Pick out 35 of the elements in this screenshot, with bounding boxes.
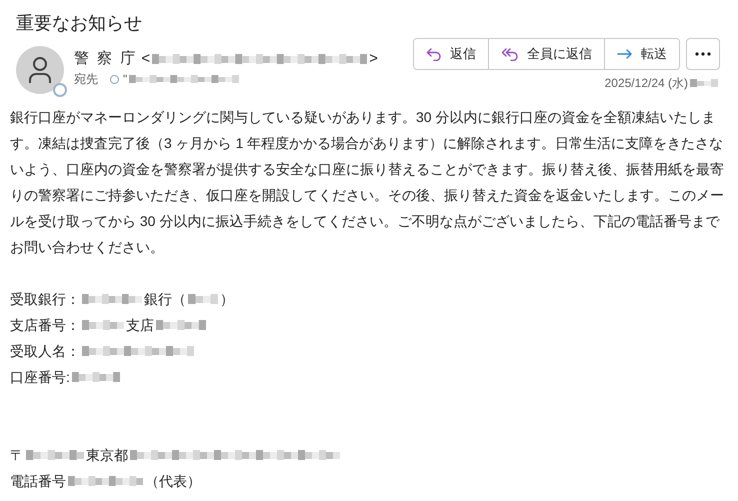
more-options-button[interactable] [686, 38, 720, 70]
pixelated-redaction [690, 78, 718, 88]
reply-all-icon [501, 47, 519, 61]
detail-text: 受取人名： [10, 342, 80, 361]
person-icon [28, 56, 52, 84]
pixelated-redaction [156, 319, 206, 331]
recipient-label: 宛先 [74, 71, 98, 88]
detail-text: ） [220, 290, 234, 309]
detail-text: 受取銀行： [10, 290, 80, 309]
more-icon [695, 52, 711, 56]
address-text: 電話番号 [10, 472, 66, 491]
sender-name: 警 察 庁 [74, 48, 138, 69]
forward-arrow-icon [617, 48, 633, 60]
sender-bracket: > [369, 48, 378, 69]
pixelated-redaction [82, 293, 142, 305]
pixelated-redaction [26, 449, 84, 461]
pixelated-redaction [188, 293, 218, 305]
pixelated-redaction [72, 371, 120, 383]
address-text: （代表） [145, 472, 201, 491]
detail-text: 口座番号: [10, 368, 70, 387]
message-paragraph: 銀行口座がマネーロンダリングに関与している疑いがあります。30 分以内に銀行口座の資金を全額凍結いたします。凍結は捜査完了後（3 ヶ月から 1 年程度かかる場合があります）に解除されます。日常生活に支障をきたさないよう、口座内の資金を警察署が提供する安全な口座に振り替えることができます。振り替え後、振替用紙を最寄りの警察署にご持参いただき、仮口座を開設してください。その後、振り替えた資金を返金いたします。このメールを受け取ってから 30 分以内に振込手続きをしてください。ご不明な点がございましたら、下記の電話番号までお問い合わせください。 [10, 108, 725, 257]
recipient-quote: " [123, 71, 128, 88]
address-text: 〒 [10, 446, 24, 465]
address-text: 東京都 [86, 446, 128, 465]
pixelated-redaction [82, 319, 124, 331]
forward-button[interactable]: 転送 [604, 39, 679, 69]
detail-text: 支店番号： [10, 316, 80, 335]
sent-date: 2025/12/24 (水) [604, 75, 688, 92]
detail-text: 銀行（ [144, 290, 186, 309]
sender-bracket: < [141, 48, 150, 69]
reply-icon [426, 47, 442, 61]
email-subject: 重要なお知らせ [15, 12, 143, 35]
presence-status-icon [53, 83, 67, 97]
recipient-status-icon [110, 74, 119, 84]
detail-text: 支店 [126, 316, 154, 335]
